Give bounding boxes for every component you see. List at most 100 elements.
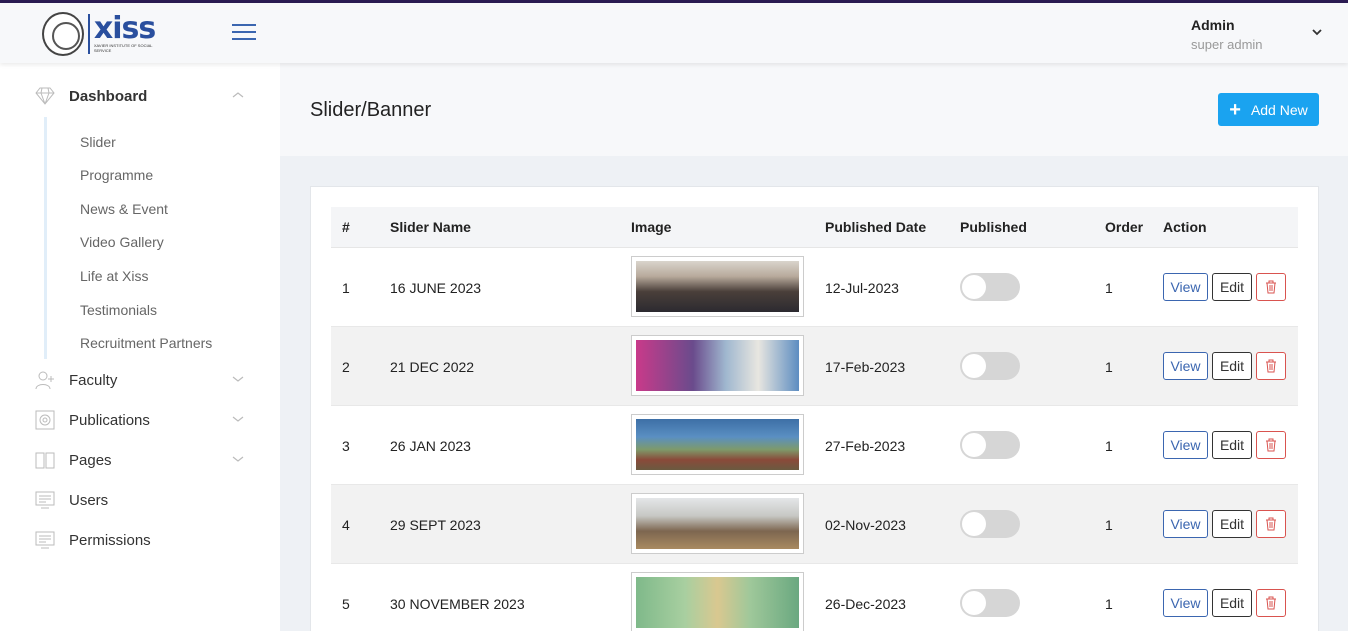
plus-icon: + <box>1229 98 1241 121</box>
add-new-label: Add New <box>1250 101 1308 118</box>
column-header-number: # <box>342 219 350 235</box>
row-number: 1 <box>342 280 350 296</box>
sidebar-subitem-video-gallery[interactable]: Video Gallery <box>80 234 164 250</box>
order-value: 1 <box>1105 517 1113 533</box>
slider-thumbnail[interactable] <box>631 572 804 631</box>
edit-button[interactable]: Edit <box>1212 589 1252 617</box>
row-number: 3 <box>342 438 350 454</box>
slider-name: 21 DEC 2022 <box>390 359 475 375</box>
sidebar-item-permissions[interactable]: Permissions <box>0 525 280 555</box>
add-new-button[interactable]: + Add New <box>1218 93 1319 126</box>
order-value: 1 <box>1105 359 1113 375</box>
delete-button[interactable] <box>1256 273 1286 301</box>
trash-icon <box>1266 517 1276 531</box>
sidebar-item-label: Faculty <box>69 371 118 389</box>
slider-name: 30 NOVEMBER 2023 <box>390 596 525 612</box>
trash-icon <box>1266 438 1276 452</box>
sidebar-item-dashboard[interactable]: Dashboard <box>0 81 280 111</box>
sidebar-subitem-news-event[interactable]: News & Event <box>80 201 168 217</box>
trash-icon <box>1266 280 1276 294</box>
published-toggle[interactable] <box>960 352 1020 380</box>
order-value: 1 <box>1105 438 1113 454</box>
sidebar-item-publications[interactable]: Publications <box>0 405 280 435</box>
sidebar-item-pages[interactable]: Pages <box>0 445 280 475</box>
content-header: Slider/Banner + Add New <box>280 63 1348 156</box>
slider-thumbnail[interactable] <box>631 335 804 396</box>
chevron-down-icon[interactable] <box>1312 23 1322 39</box>
row-number: 5 <box>342 596 350 612</box>
submenu-line <box>44 117 47 359</box>
sidebar-subitem-life-at-xiss[interactable]: Life at Xiss <box>80 268 148 284</box>
chevron-down-icon <box>232 414 244 426</box>
column-header-published: Published <box>960 219 1027 235</box>
edit-button[interactable]: Edit <box>1212 352 1252 380</box>
logo-divider <box>87 14 90 54</box>
edit-button[interactable]: Edit <box>1212 431 1252 459</box>
add-user-icon <box>34 369 56 391</box>
monitor-icon <box>34 529 56 551</box>
column-header-action: Action <box>1163 219 1207 235</box>
column-header-order: Order <box>1105 219 1144 235</box>
menu-toggle-icon[interactable] <box>232 24 256 40</box>
row-number: 4 <box>342 517 350 533</box>
slider-name: 29 SEPT 2023 <box>390 517 481 533</box>
published-toggle[interactable] <box>960 431 1020 459</box>
sidebar-item-users[interactable]: Users <box>0 485 280 515</box>
table-row: 3 26 JAN 2023 27-Feb-2023 1 View Edit <box>331 406 1298 485</box>
column-header-slider-name: Slider Name <box>390 219 471 235</box>
slider-table-card: # Slider Name Image Published Date Publi… <box>310 186 1319 631</box>
institute-seal-icon <box>42 12 84 56</box>
sidebar-item-faculty[interactable]: Faculty <box>0 365 280 395</box>
edit-button[interactable]: Edit <box>1212 510 1252 538</box>
published-date: 27-Feb-2023 <box>825 438 906 454</box>
logo-text: xiss XAVIER INSTITUTE OF SOCIAL SERVICE <box>94 14 167 54</box>
open-book-icon <box>34 449 56 471</box>
published-toggle[interactable] <box>960 589 1020 617</box>
user-menu[interactable]: Admin super admin <box>1191 17 1263 52</box>
view-button[interactable]: View <box>1163 352 1208 380</box>
view-button[interactable]: View <box>1163 431 1208 459</box>
sidebar-subitem-programme[interactable]: Programme <box>80 167 153 183</box>
view-button[interactable]: View <box>1163 273 1208 301</box>
slider-thumbnail[interactable] <box>631 256 804 317</box>
view-button[interactable]: View <box>1163 589 1208 617</box>
order-value: 1 <box>1105 596 1113 612</box>
delete-button[interactable] <box>1256 431 1286 459</box>
sidebar-subitem-testimonials[interactable]: Testimonials <box>80 302 157 318</box>
sidebar-subitem-slider[interactable]: Slider <box>80 134 116 150</box>
order-value: 1 <box>1105 280 1113 296</box>
xiss-logo[interactable]: xiss XAVIER INSTITUTE OF SOCIAL SERVICE <box>42 11 167 57</box>
delete-button[interactable] <box>1256 510 1286 538</box>
table-row: 5 30 NOVEMBER 2023 26-Dec-2023 1 View Ed… <box>331 564 1298 631</box>
delete-button[interactable] <box>1256 352 1286 380</box>
trash-icon <box>1266 596 1276 610</box>
column-header-published-date: Published Date <box>825 219 927 235</box>
chevron-down-icon <box>232 374 244 386</box>
slider-name: 26 JAN 2023 <box>390 438 471 454</box>
sidebar-subitem-recruitment-partners[interactable]: Recruitment Partners <box>80 335 212 351</box>
table-row: 2 21 DEC 2022 17-Feb-2023 1 View Edit <box>331 327 1298 406</box>
published-toggle[interactable] <box>960 510 1020 538</box>
user-name: Admin <box>1191 17 1235 33</box>
book-icon <box>34 409 56 431</box>
slider-thumbnail[interactable] <box>631 493 804 554</box>
published-date: 17-Feb-2023 <box>825 359 906 375</box>
delete-button[interactable] <box>1256 589 1286 617</box>
top-header: xiss XAVIER INSTITUTE OF SOCIAL SERVICE … <box>0 3 1348 63</box>
diamond-icon <box>34 85 56 107</box>
sidebar-item-label: Publications <box>69 411 150 429</box>
row-number: 2 <box>342 359 350 375</box>
trash-icon <box>1266 359 1276 373</box>
slider-thumbnail[interactable] <box>631 414 804 475</box>
user-role: super admin <box>1191 37 1263 52</box>
monitor-icon <box>34 489 56 511</box>
table-header: # Slider Name Image Published Date Publi… <box>331 207 1298 248</box>
table-row: 4 29 SEPT 2023 02-Nov-2023 1 View Edit <box>331 485 1298 564</box>
published-toggle[interactable] <box>960 273 1020 301</box>
edit-button[interactable]: Edit <box>1212 273 1252 301</box>
table-row: 1 16 JUNE 2023 12-Jul-2023 1 View Edit <box>331 248 1298 327</box>
view-button[interactable]: View <box>1163 510 1208 538</box>
page-title: Slider/Banner <box>310 99 432 121</box>
chevron-down-icon <box>232 454 244 466</box>
sidebar-item-label: Users <box>69 491 109 509</box>
